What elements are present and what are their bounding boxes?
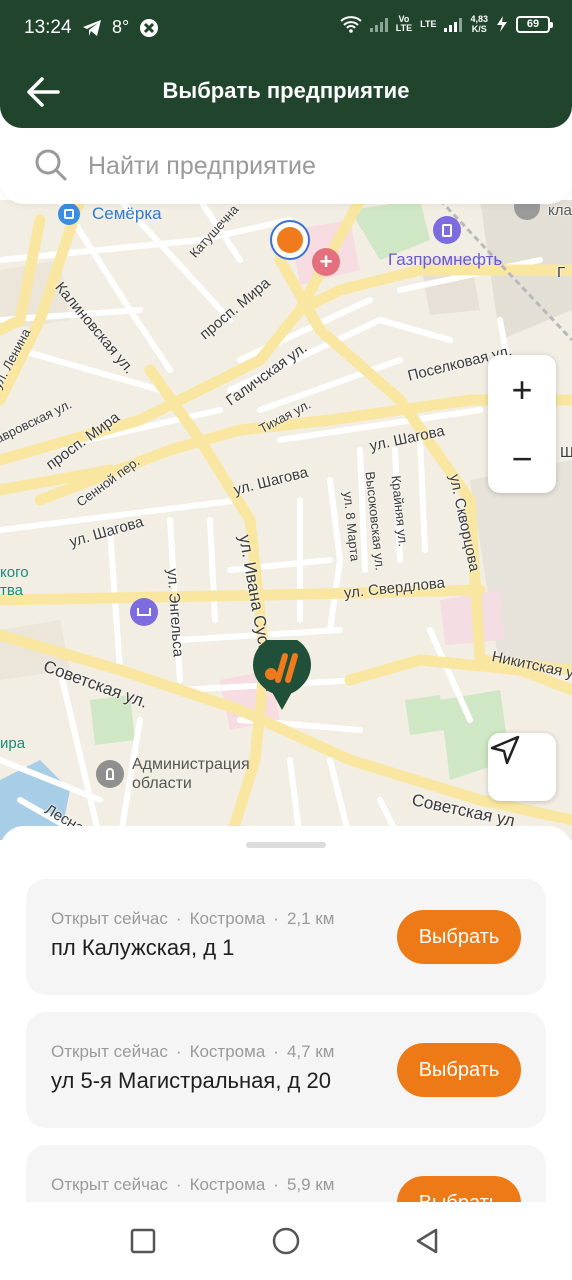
status-time: 13:24 — [24, 17, 72, 38]
place-address: пл Калужская, д 1 — [51, 935, 235, 960]
telegram-icon — [83, 19, 101, 36]
back-triangle-icon[interactable] — [412, 1226, 442, 1256]
page-title: Выбрать предприятие — [162, 78, 410, 103]
status-volte: Vo LTE — [395, 14, 413, 33]
search-icon — [35, 149, 67, 181]
place-city: Кострома — [189, 1042, 266, 1061]
place-city: Кострома — [189, 1175, 266, 1194]
place-card[interactable]: Открыт сейчас · Кострома · 2,1 км пл Калужск… — [26, 879, 546, 995]
separator-dot: · — [273, 1175, 279, 1194]
place-meta: Открыт сейчас · Кострома · 4,7 км — [51, 1042, 334, 1062]
my-location-button[interactable] — [488, 733, 556, 801]
signal-icon-2 — [444, 16, 463, 32]
status-bar: 13:24 8° Vo LTE LTE 4,83 K/S 69 — [0, 0, 572, 58]
map-view[interactable]: Семёрка + Газпромнефть Администрация обл… — [0, 200, 572, 840]
separator-dot: · — [175, 909, 182, 928]
navigation-arrow-icon — [490, 735, 520, 765]
speed-value: 4,83 — [470, 14, 488, 24]
battery-icon: 69 — [516, 15, 553, 33]
separator-dot: · — [273, 1042, 279, 1061]
place-distance: 5,9 км — [286, 1175, 335, 1194]
status-temperature: 8° — [112, 17, 130, 37]
app-screen: Семёрка + Газпромнефть Администрация обл… — [0, 0, 572, 1280]
places-sheet: Открыт сейчас · Кострома · 2,1 км пл Калужск… — [0, 826, 572, 1261]
map-label-edge-mira: ира — [0, 735, 26, 752]
status-lte: LTE — [420, 18, 437, 29]
search-input[interactable] — [88, 146, 528, 186]
separator-dot: · — [273, 909, 279, 928]
status-left-icons: 8° — [82, 17, 159, 38]
speed-unit: K/S — [471, 24, 487, 34]
place-address: ул 5-я Магистральная, д 20 — [51, 1068, 331, 1093]
administration-label-1[interactable]: Администрация — [132, 755, 250, 774]
user-location-marker[interactable] — [270, 220, 310, 260]
zoom-controls: + − — [488, 355, 556, 493]
app-notification-icon — [140, 18, 159, 37]
select-place-button[interactable]: Выбрать — [397, 910, 521, 964]
map-label-edge-kogo: кого — [0, 564, 29, 581]
recent-apps-icon[interactable] — [128, 1226, 158, 1256]
system-nav-bar — [0, 1202, 572, 1280]
place-distance: 4,7 км — [286, 1042, 335, 1061]
map-label-edge-kla: кла — [548, 202, 572, 219]
separator-dot: · — [175, 1042, 182, 1061]
map-label-edge-g: Г — [557, 264, 566, 281]
hospital-icon[interactable]: + — [312, 248, 340, 276]
place-status: Открыт сейчас — [51, 1042, 168, 1061]
place-meta: Открыт сейчас · Кострома · 2,1 км — [51, 909, 334, 929]
semerka-label[interactable]: Семёрка — [92, 204, 162, 224]
sheet-drag-handle[interactable] — [246, 842, 326, 848]
map-canvas[interactable] — [0, 200, 572, 840]
place-meta: Открыт сейчас · Кострома · 5,9 км — [51, 1175, 334, 1195]
status-speed: 4,83 K/S — [470, 14, 488, 34]
semerka-store-icon[interactable] — [58, 203, 80, 225]
fuel-station-icon[interactable] — [433, 216, 461, 244]
administration-icon[interactable] — [96, 760, 124, 788]
hotel-icon[interactable] — [130, 598, 158, 626]
venue-map-pin[interactable] — [252, 640, 312, 712]
search-bar — [0, 128, 572, 204]
separator-dot: · — [175, 1175, 182, 1194]
place-status: Открыт сейчас — [51, 1175, 168, 1194]
status-right-icons: Vo LTE LTE 4,83 K/S 69 — [340, 14, 553, 34]
zoom-in-button[interactable]: + — [488, 355, 556, 424]
place-distance: 2,1 км — [286, 909, 335, 928]
signal-icon-1 — [369, 16, 388, 32]
place-card[interactable]: Открыт сейчас · Кострома · 4,7 км ул 5-я Маг… — [26, 1012, 546, 1128]
gazpromneft-label[interactable]: Газпромнефть — [388, 250, 502, 270]
administration-label-2[interactable]: области — [132, 774, 192, 793]
map-label-edge-sh: Ш — [560, 444, 572, 461]
place-status: Открыт сейчас — [51, 909, 168, 928]
place-city: Кострома — [189, 909, 266, 928]
wifi-icon — [340, 16, 362, 33]
charging-icon — [497, 16, 507, 32]
map-label-edge-tva: тва — [0, 582, 24, 599]
app-header: 13:24 8° Vo LTE LTE 4,83 K/S 69 Выбрать … — [0, 0, 572, 128]
home-icon[interactable] — [270, 1225, 302, 1257]
select-place-button[interactable]: Выбрать — [397, 1043, 521, 1097]
zoom-out-button[interactable]: − — [488, 424, 556, 493]
